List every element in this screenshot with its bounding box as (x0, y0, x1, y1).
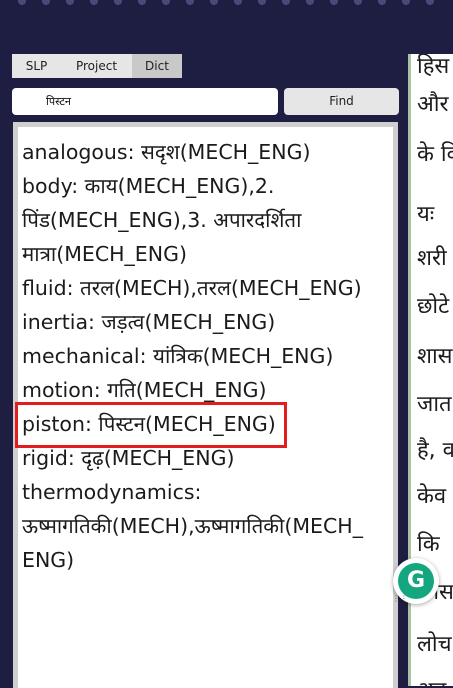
tab-project[interactable]: Project (61, 54, 132, 78)
document-line: शरी (417, 246, 447, 271)
document-line: हिस (417, 54, 450, 79)
result-entry-piston: piston: पिस्टन(MECH_ENG) (22, 412, 276, 436)
result-entry-body-cont-1: पिंड(MECH_ENG),3. अपारदर्शिता (22, 208, 302, 232)
search-input[interactable] (12, 88, 278, 115)
document-line: लोच (417, 632, 452, 657)
result-entry-motion: motion: गति(MECH_ENG) (22, 378, 267, 402)
document-line: छोटे (417, 294, 450, 319)
tab-bar: SLP Project Dict (12, 54, 182, 78)
document-line: है, व (417, 438, 453, 463)
document-line: यः (417, 202, 435, 227)
window-top-strip (0, 0, 453, 16)
document-line: केव (417, 484, 447, 509)
drag-handle-icon[interactable]: ⋮⋮ (392, 594, 408, 604)
result-entry-mechanical: mechanical: यांत्रिक(MECH_ENG) (22, 344, 334, 368)
result-entry-thermodynamics-cont-2: ENG) (22, 548, 75, 572)
result-entry-thermodynamics-cont-1: ऊष्मागतिकी(MECH),ऊष्मागतिकी(MECH_ (22, 514, 363, 538)
result-entry-inertia: inertia: जड़त्व(MECH_ENG) (22, 310, 276, 334)
dictionary-results-panel[interactable]: analogous: सदृश(MECH_ENG) body: काय(MECH… (13, 122, 398, 688)
result-entry-fluid: fluid: तरल(MECH),तरल(MECH_ENG) (22, 276, 362, 300)
document-line: शास (417, 344, 453, 369)
result-entry-thermodynamics: thermodynamics: (22, 480, 202, 504)
tab-slp[interactable]: SLP (12, 54, 61, 78)
document-line: कि (417, 532, 440, 557)
tab-dict[interactable]: Dict (132, 54, 182, 78)
find-button[interactable]: Find (284, 88, 399, 115)
result-entry-body: body: काय(MECH_ENG),2. (22, 174, 275, 198)
result-entry-analogous: analogous: सदृश(MECH_ENG) (22, 140, 311, 164)
result-entry-rigid: rigid: दृढ़(MECH_ENG) (22, 446, 235, 470)
result-entry-body-cont-2: मात्रा(MECH_ENG) (22, 242, 187, 266)
document-line: और (417, 92, 449, 117)
document-line: अब (417, 674, 446, 686)
document-line: के वि (417, 142, 453, 167)
document-line: जात (417, 392, 452, 417)
